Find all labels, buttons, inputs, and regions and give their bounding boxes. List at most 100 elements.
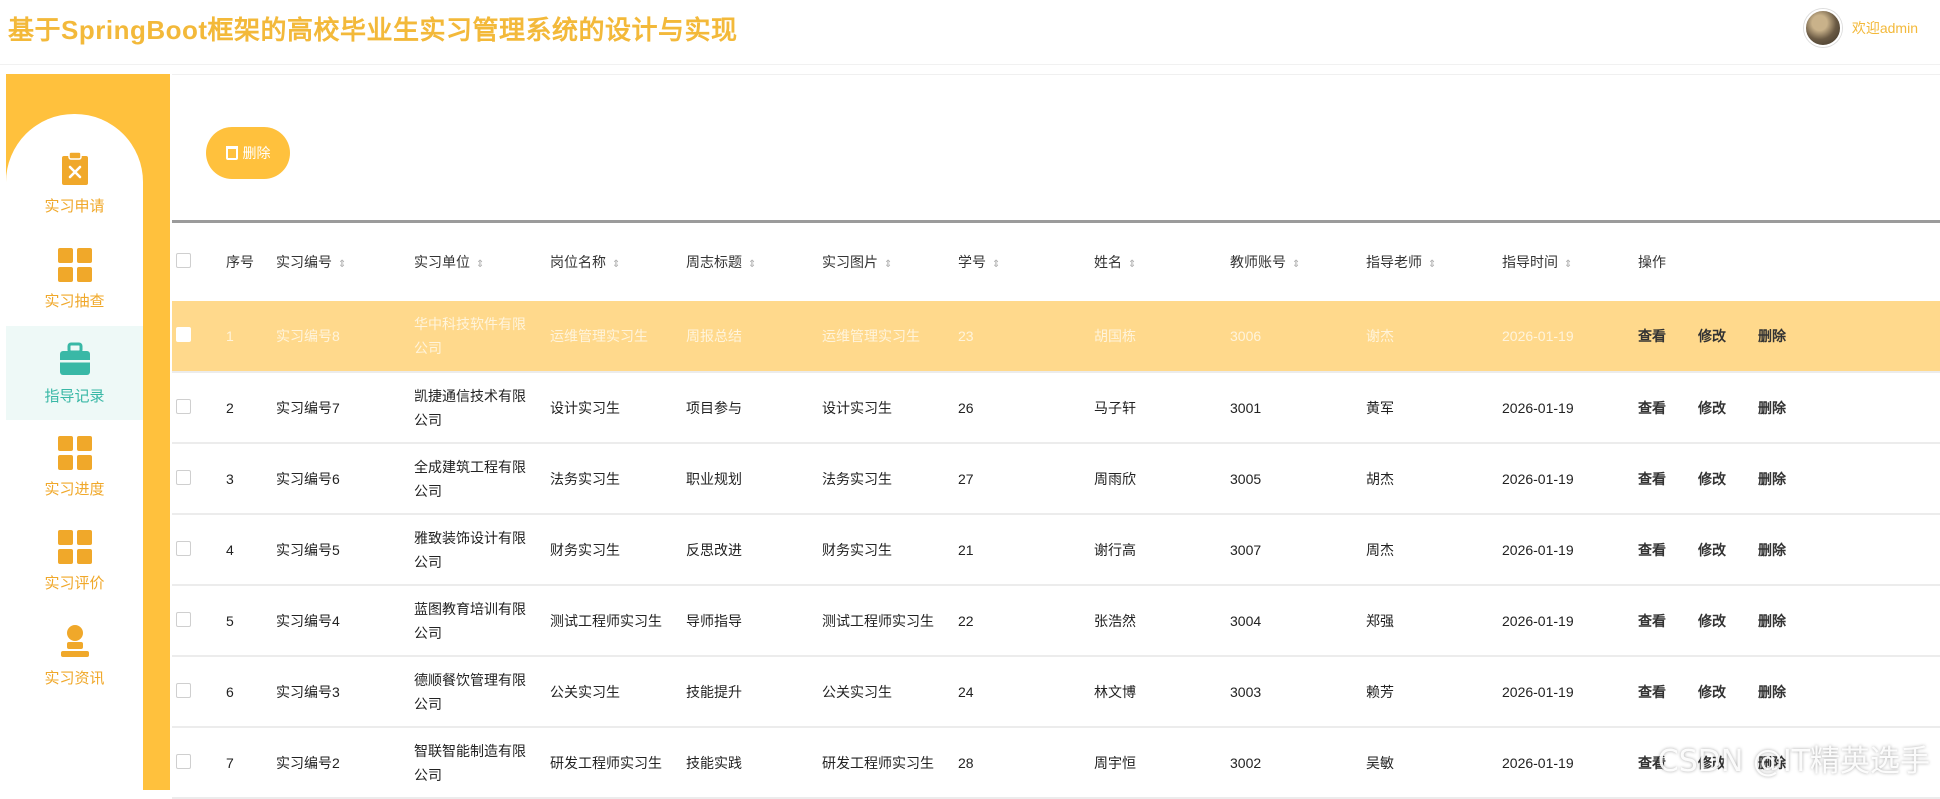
cell-time: 2026-01-19: [1502, 399, 1574, 416]
row-delete-button[interactable]: 删除: [1758, 613, 1786, 629]
row-checkbox[interactable]: [176, 753, 191, 769]
cell-teacher-id: 3005: [1230, 470, 1262, 487]
cell-teacher: 胡杰: [1366, 470, 1394, 487]
row-select-cell[interactable]: [172, 372, 222, 443]
cell-student-id: 22: [958, 612, 974, 629]
row-select-cell[interactable]: [172, 443, 222, 514]
view-button[interactable]: 查看: [1638, 471, 1666, 487]
sidebar-item-label: 实习评价: [44, 574, 105, 592]
cell-name: 周宇恒: [1094, 754, 1136, 771]
row-select-cell[interactable]: [172, 301, 222, 372]
select-all-cell[interactable]: [172, 223, 222, 301]
cell-unit: 蓝图教育培训有限 公司: [414, 600, 526, 641]
edit-button[interactable]: 修改: [1698, 400, 1726, 416]
cell-student-id: 27: [958, 470, 974, 487]
sidebar-item-internship-evaluation[interactable]: 实习评价: [6, 514, 143, 608]
sidebar-item-internship-progress[interactable]: 实习进度: [6, 420, 143, 514]
cell-position: 运维管理实习生: [550, 328, 648, 344]
edit-button[interactable]: 修改: [1698, 328, 1726, 344]
row-checkbox[interactable]: [176, 682, 191, 698]
cell-weekly: 职业规划: [686, 470, 742, 487]
row-select-cell[interactable]: [172, 656, 222, 727]
cell-teacher-id: 3004: [1230, 612, 1262, 629]
cell-no: 2: [226, 399, 234, 416]
top-bar: 基于SpringBoot框架的高校毕业生实习管理系统的设计与实现 欢迎admin: [0, 0, 1940, 65]
cell-code: 实习编号8: [276, 328, 340, 344]
sort-icon: ⇕: [1128, 259, 1137, 270]
cell-unit: 全成建筑工程有限 公司: [414, 458, 526, 499]
cell-student-id: 24: [958, 683, 974, 700]
column-header-sortable[interactable]: 实习编号 ⇕: [272, 223, 410, 301]
sidebar-item-internship-application[interactable]: 实习申请: [6, 136, 143, 230]
row-checkbox[interactable]: [176, 398, 191, 414]
cell-position: 财务实习生: [550, 541, 620, 558]
cell-image: 法务实习生: [822, 470, 892, 487]
sidebar-item-label: 实习申请: [44, 197, 105, 215]
sidebar-item-label: 指导记录: [44, 387, 105, 405]
view-button[interactable]: 查看: [1638, 328, 1666, 344]
cell-actions: 查看 修改 删除: [1634, 656, 1940, 727]
cell-actions: 查看 修改 删除: [1634, 301, 1940, 372]
row-select-cell[interactable]: [172, 585, 222, 656]
row-delete-button[interactable]: 删除: [1758, 684, 1786, 700]
cell-unit: 凯捷通信技术有限 公司: [414, 387, 526, 428]
column-header-sortable[interactable]: 实习图片 ⇕: [818, 223, 954, 301]
sidebar-item-label: 实习资讯: [44, 669, 105, 687]
user-name[interactable]: 欢迎admin: [1852, 18, 1918, 38]
user-area[interactable]: 欢迎admin: [1803, 9, 1918, 47]
row-checkbox[interactable]: [176, 611, 191, 627]
column-header-sortable[interactable]: 实习单位 ⇕: [410, 223, 546, 301]
cell-teacher: 赖芳: [1366, 683, 1394, 700]
row-delete-button[interactable]: 删除: [1758, 471, 1786, 487]
sort-icon: ⇕: [884, 259, 893, 270]
sort-icon: ⇕: [476, 259, 485, 270]
column-header-sortable[interactable]: 岗位名称 ⇕: [546, 223, 682, 301]
cell-teacher: 郑强: [1366, 612, 1394, 629]
column-header-sortable[interactable]: 学号 ⇕: [954, 223, 1090, 301]
edit-button[interactable]: 修改: [1698, 471, 1726, 487]
view-button[interactable]: 查看: [1638, 684, 1666, 700]
cell-position: 测试工程师实习生: [550, 612, 662, 629]
column-header-sortable[interactable]: 姓名 ⇕: [1090, 223, 1226, 301]
sidebar-item-internship-check[interactable]: 实习抽查: [6, 232, 143, 326]
row-delete-button[interactable]: 删除: [1758, 328, 1786, 344]
view-button[interactable]: 查看: [1638, 542, 1666, 558]
cell-weekly: 周报总结: [686, 328, 742, 344]
cell-time: 2026-01-19: [1502, 328, 1574, 344]
grid-icon: [57, 529, 92, 564]
table-header-row: 序号 实习编号 ⇕ 实习单位 ⇕ 岗位名称 ⇕ 周志标题 ⇕ 实习图片 ⇕ 学号 ⇕ 姓名 ⇕…: [172, 223, 1940, 301]
cell-student-id: 28: [958, 754, 974, 771]
sidebar-item-guidance-records[interactable]: 指导记录: [6, 326, 143, 420]
column-header-sortable[interactable]: 指导时间 ⇕: [1498, 223, 1634, 301]
sort-icon: ⇕: [992, 259, 1001, 270]
row-checkbox[interactable]: [176, 469, 191, 485]
cell-no: 4: [226, 541, 234, 558]
column-header-sortable[interactable]: 教师账号 ⇕: [1226, 223, 1362, 301]
column-header: 操作: [1638, 254, 1666, 270]
edit-button[interactable]: 修改: [1698, 684, 1726, 700]
edit-button[interactable]: 修改: [1698, 542, 1726, 558]
row-select-cell[interactable]: [172, 727, 222, 798]
view-button[interactable]: 查看: [1638, 613, 1666, 629]
cell-actions: 查看 修改 删除: [1634, 514, 1940, 585]
row-delete-button[interactable]: 删除: [1758, 542, 1786, 558]
row-checkbox[interactable]: [176, 540, 191, 556]
sort-icon: ⇕: [1564, 259, 1573, 270]
row-select-cell[interactable]: [172, 514, 222, 585]
cell-code: 实习编号5: [276, 541, 340, 558]
row-delete-button[interactable]: 删除: [1758, 400, 1786, 416]
cell-image: 公关实习生: [822, 683, 892, 700]
cell-student-id: 26: [958, 399, 974, 416]
column-header-sortable[interactable]: 指导老师 ⇕: [1362, 223, 1498, 301]
cell-weekly: 技能提升: [686, 683, 742, 700]
sidebar-item-internship-news[interactable]: 实习资讯: [6, 608, 143, 702]
edit-button[interactable]: 修改: [1698, 613, 1726, 629]
row-checkbox[interactable]: [176, 327, 191, 342]
view-button[interactable]: 查看: [1638, 400, 1666, 416]
delete-button[interactable]: 删除: [206, 127, 290, 179]
cell-name: 马子轩: [1094, 399, 1136, 416]
data-table: 序号 实习编号 ⇕ 实习单位 ⇕ 岗位名称 ⇕ 周志标题 ⇕ 实习图片 ⇕ 学号 ⇕ 姓名 ⇕…: [172, 220, 1940, 798]
avatar[interactable]: [1803, 9, 1842, 47]
column-header-sortable[interactable]: 周志标题 ⇕: [682, 223, 818, 301]
select-all-checkbox[interactable]: [176, 253, 191, 268]
